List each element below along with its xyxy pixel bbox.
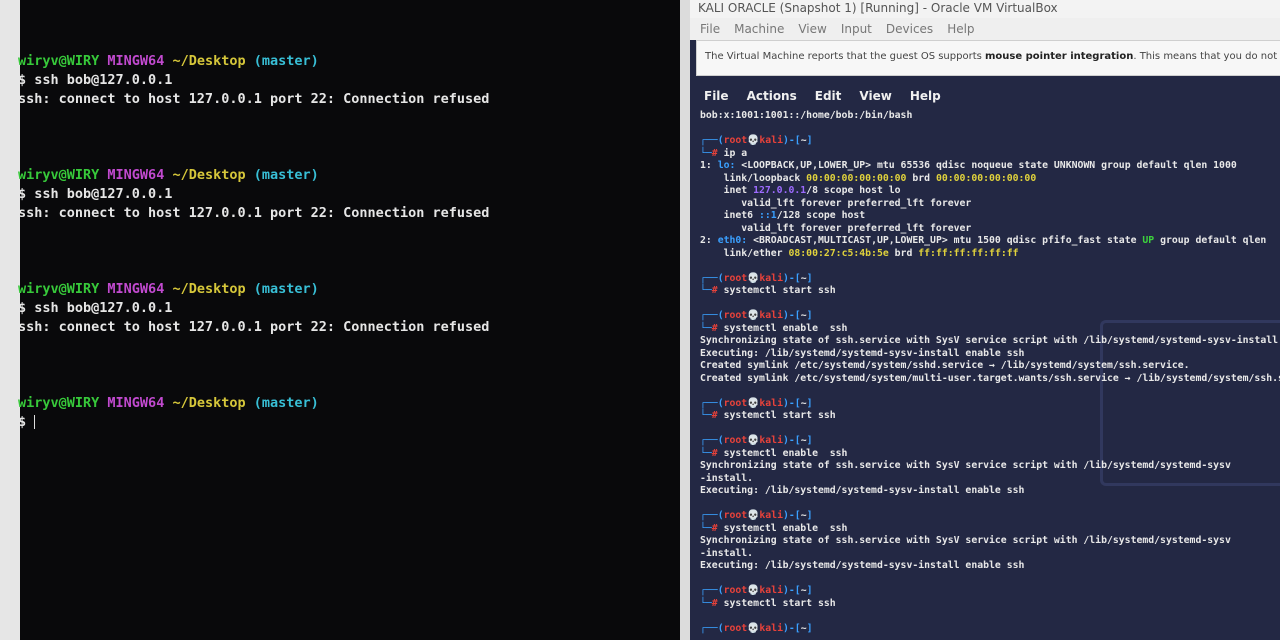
kali-menu-edit[interactable]: Edit <box>815 89 842 103</box>
kali-menu-file[interactable]: File <box>704 89 729 103</box>
kali-menu-view[interactable]: View <box>859 89 891 103</box>
mouse-integration-notice[interactable]: The Virtual Machine reports that the gue… <box>696 40 1280 76</box>
text-cursor <box>34 415 36 429</box>
menu-machine[interactable]: Machine <box>734 22 784 36</box>
menu-input[interactable]: Input <box>841 22 872 36</box>
kali-terminal-menubar: File Actions Edit View Help <box>690 84 1280 108</box>
terminal-block: wiryv@WIRY MINGW64 ~/Desktop (master) $ … <box>18 167 490 221</box>
menu-file[interactable]: File <box>700 22 720 36</box>
terminal-block: wiryv@WIRY MINGW64 ~/Desktop (master) $ … <box>18 281 490 335</box>
git-bash-window[interactable]: wiryv@WIRY MINGW64 ~/Desktop (master) $ … <box>0 0 680 640</box>
kali-menu-help[interactable]: Help <box>910 89 941 103</box>
kali-terminal-output[interactable]: bob:x:1001:1001::/home/bob:/bin/bash ┌──… <box>700 110 1280 640</box>
menu-devices[interactable]: Devices <box>886 22 933 36</box>
menu-view[interactable]: View <box>798 22 826 36</box>
desktop-edge <box>0 0 20 640</box>
git-bash-output[interactable]: wiryv@WIRY MINGW64 ~/Desktop (master) $ … <box>18 14 668 470</box>
kali-menu-actions[interactable]: Actions <box>747 89 797 103</box>
active-prompt[interactable]: wiryv@WIRY MINGW64 ~/Desktop (master) $ <box>18 394 668 432</box>
terminal-block: wiryv@WIRY MINGW64 ~/Desktop (master) $ … <box>18 53 490 107</box>
virtualbox-menubar: File Machine View Input Devices Help <box>690 18 1280 40</box>
menu-help[interactable]: Help <box>947 22 974 36</box>
window-title: KALI ORACLE (Snapshot 1) [Running] - Ora… <box>690 0 1280 18</box>
